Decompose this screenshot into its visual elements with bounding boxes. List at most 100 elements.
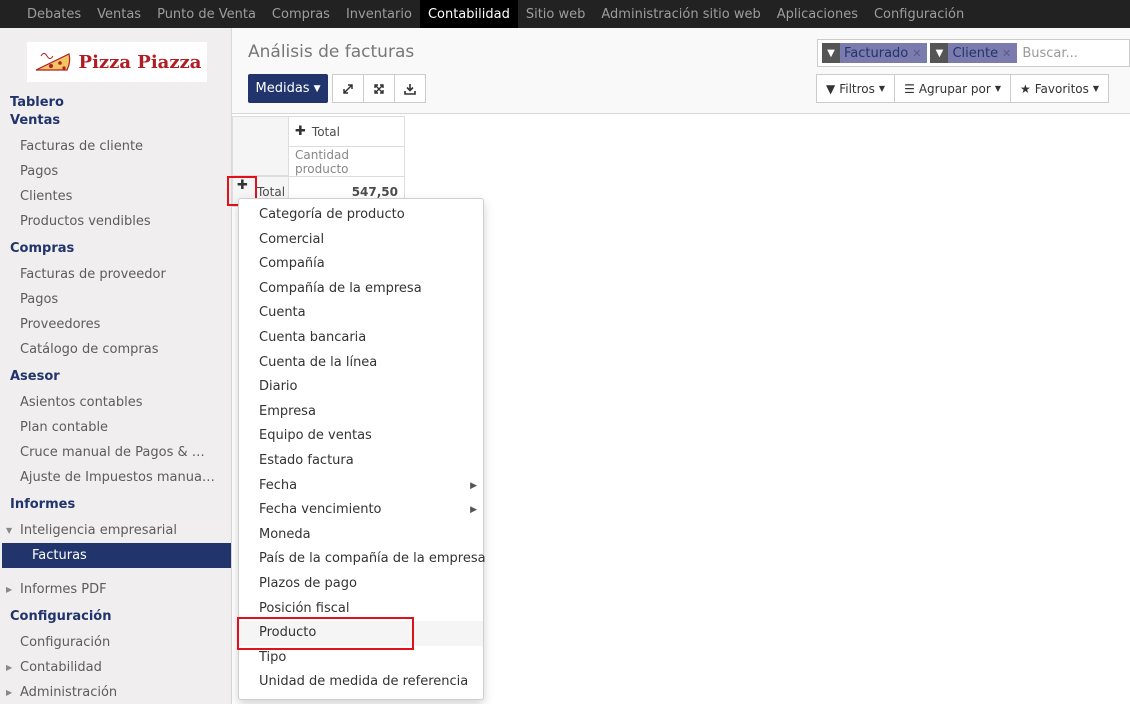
sidebar-item-productos-vendibles[interactable]: Productos vendibles (0, 209, 231, 234)
menu-debates[interactable]: Debates (19, 0, 89, 28)
sidebar-item-pagos-compras[interactable]: Pagos (0, 287, 231, 312)
sidebar-item-administracion[interactable]: ▶ Administración (0, 680, 231, 704)
menu-administracion-sitio-web[interactable]: Administración sitio web (593, 0, 768, 28)
measures-label: Medidas (255, 81, 310, 96)
flip-axis-button[interactable] (363, 74, 395, 103)
star-icon: ★ (1019, 81, 1031, 96)
menu-punto-de-venta[interactable]: Punto de Venta (149, 0, 264, 28)
company-logo[interactable]: Pizza Piazza (27, 42, 207, 82)
filter-icon: ▼ (822, 43, 840, 63)
sidebar-item-plan-contable[interactable]: Plan contable (0, 415, 231, 440)
dropdown-item-cuenta[interactable]: Cuenta (239, 301, 483, 326)
close-icon[interactable]: ✕ (1002, 47, 1011, 60)
sidebar-section-asesor: Asesor (10, 369, 60, 384)
menu-sitio-web[interactable]: Sitio web (518, 0, 594, 28)
group-by-button[interactable]: ☰ Agrupar por ▼ (894, 74, 1011, 103)
sidebar-item-configuracion[interactable]: Configuración (0, 630, 231, 655)
search-facet-cliente[interactable]: ▼ Cliente ✕ (930, 43, 1018, 63)
dropdown-item-pais[interactable]: País de la compañía de la empresa (239, 547, 486, 572)
dropdown-item-cuenta-bancaria[interactable]: Cuenta bancaria (239, 326, 483, 351)
sidebar-item-label: Informes PDF (20, 582, 107, 597)
sidebar-item-pagos-ventas[interactable]: Pagos (0, 159, 231, 184)
sidebar-item-asientos-contables[interactable]: Asientos contables (0, 390, 231, 415)
sidebar-item-facturas-de-cliente[interactable]: Facturas de cliente (0, 134, 231, 159)
caret-right-icon: ▶ (6, 663, 13, 672)
dropdown-item-equipo-de-ventas[interactable]: Equipo de ventas (239, 424, 483, 449)
sidebar-item-catalogo-de-compras[interactable]: Catálogo de compras (0, 337, 231, 362)
sidebar-section-tablero[interactable]: Tablero (0, 94, 231, 112)
dropdown-item-fecha-vencimiento[interactable]: Fecha vencimiento ▶ (239, 498, 483, 523)
expand-all-button[interactable] (332, 74, 364, 103)
sidebar-section-informes: Informes (10, 497, 76, 512)
group-by-label: Agrupar por (918, 81, 991, 96)
measures-button[interactable]: Medidas ▼ (248, 74, 328, 103)
arrows-icon (374, 83, 384, 94)
dropdown-item-compania-de-la-empresa[interactable]: Compañía de la empresa (239, 277, 483, 302)
dropdown-item-empresa[interactable]: Empresa (239, 400, 483, 425)
menu-ventas[interactable]: Ventas (89, 0, 149, 28)
sidebar-item-informes-pdf[interactable]: ▶ Informes PDF (0, 577, 231, 602)
dropdown-item-compania[interactable]: Compañía (239, 252, 483, 277)
download-button[interactable] (394, 74, 426, 103)
sidebar-item-cruce-manual[interactable]: Cruce manual de Pagos & … (0, 440, 231, 465)
dropdown-item-estado-factura[interactable]: Estado factura (239, 449, 483, 474)
dropdown-item-diario[interactable]: Diario (239, 375, 483, 400)
dropdown-item-comercial[interactable]: Comercial (239, 228, 483, 253)
dropdown-item-plazos-de-pago[interactable]: Plazos de pago (239, 572, 483, 597)
sidebar-item-label: Contabilidad (20, 660, 102, 675)
sidebar-item-contabilidad[interactable]: ▶ Contabilidad (0, 655, 231, 680)
caret-right-icon: ▶ (6, 688, 13, 697)
pivot-measure-header: Cantidad producto (288, 146, 405, 177)
list-icon: ☰ (904, 81, 915, 96)
pivot-corner (232, 116, 289, 176)
search-bar[interactable]: ▼ Facturado ✕ ▼ Cliente ✕ Buscar... (817, 39, 1130, 67)
sidebar: Pizza Piazza Tablero Ventas Facturas de … (0, 28, 232, 704)
favorites-label: Favoritos (1034, 81, 1089, 96)
menu-inventario[interactable]: Inventario (338, 0, 420, 28)
facet-label: Cliente (952, 45, 999, 61)
sidebar-item-proveedores[interactable]: Proveedores (0, 312, 231, 337)
sidebar-section-configuracion: Configuración (10, 609, 112, 624)
caret-right-icon: ▶ (470, 505, 477, 516)
caret-right-icon: ▶ (6, 585, 13, 594)
pizza-slice-icon (35, 53, 70, 71)
close-icon[interactable]: ✕ (912, 47, 921, 60)
plus-icon: ✚ (295, 124, 306, 139)
caret-right-icon: ▶ (470, 480, 477, 491)
brand-name: Pizza Piazza (78, 51, 202, 73)
dropdown-item-moneda[interactable]: Moneda (239, 523, 483, 548)
download-icon (404, 83, 416, 95)
menu-configuracion[interactable]: Configuración (866, 0, 972, 28)
dropdown-item-fecha[interactable]: Fecha ▶ (239, 474, 483, 499)
pivot-col-header-total[interactable]: ✚ Total (288, 116, 405, 147)
filter-icon: ▼ (826, 81, 836, 96)
expand-icon (343, 83, 353, 94)
sidebar-section-compras: Compras (10, 241, 75, 256)
dropdown-item-cuenta-de-la-linea[interactable]: Cuenta de la línea (239, 351, 483, 376)
dropdown-item-label: Fecha vencimiento (259, 502, 382, 518)
sidebar-item-inteligencia-empresarial[interactable]: ▼ Inteligencia empresarial (0, 518, 231, 543)
facet-label: Facturado (844, 45, 909, 61)
menu-contabilidad[interactable]: Contabilidad (419, 0, 518, 28)
caret-down-icon: ▼ (994, 84, 1001, 93)
sidebar-nav: Tablero Ventas Facturas de cliente Pagos… (0, 94, 231, 704)
sidebar-item-label: Inteligencia empresarial (20, 523, 177, 538)
caret-down-icon: ▼ (1092, 84, 1100, 93)
sidebar-item-clientes[interactable]: Clientes (0, 184, 231, 209)
control-panel: Análisis de facturas Medidas ▼ ▼ Factura… (232, 28, 1130, 114)
sidebar-item-ajuste-impuestos[interactable]: Ajuste de Impuestos manua… (0, 465, 231, 490)
dropdown-item-unidad-de-medida[interactable]: Unidad de medida de referencia (239, 670, 483, 695)
menu-aplicaciones[interactable]: Aplicaciones (769, 0, 866, 28)
top-navbar: Debates Ventas Punto de Venta Compras In… (0, 0, 1130, 28)
search-input[interactable]: Buscar... (1022, 46, 1078, 61)
dropdown-item-categoria-de-producto[interactable]: Categoría de producto (239, 203, 483, 228)
sidebar-item-facturas[interactable]: Facturas (2, 543, 231, 568)
favorites-button[interactable]: ★ Favoritos ▼ (1009, 74, 1110, 103)
sidebar-item-label: Administración (20, 685, 118, 700)
search-facet-facturado[interactable]: ▼ Facturado ✕ (822, 43, 928, 63)
filters-button[interactable]: ▼ Filtros ▼ (816, 74, 896, 103)
menu-compras[interactable]: Compras (264, 0, 338, 28)
pivot-col-header-label: Total (311, 124, 340, 139)
sidebar-item-facturas-de-proveedor[interactable]: Facturas de proveedor (0, 262, 231, 287)
caret-down-icon: ▼ (6, 526, 13, 535)
